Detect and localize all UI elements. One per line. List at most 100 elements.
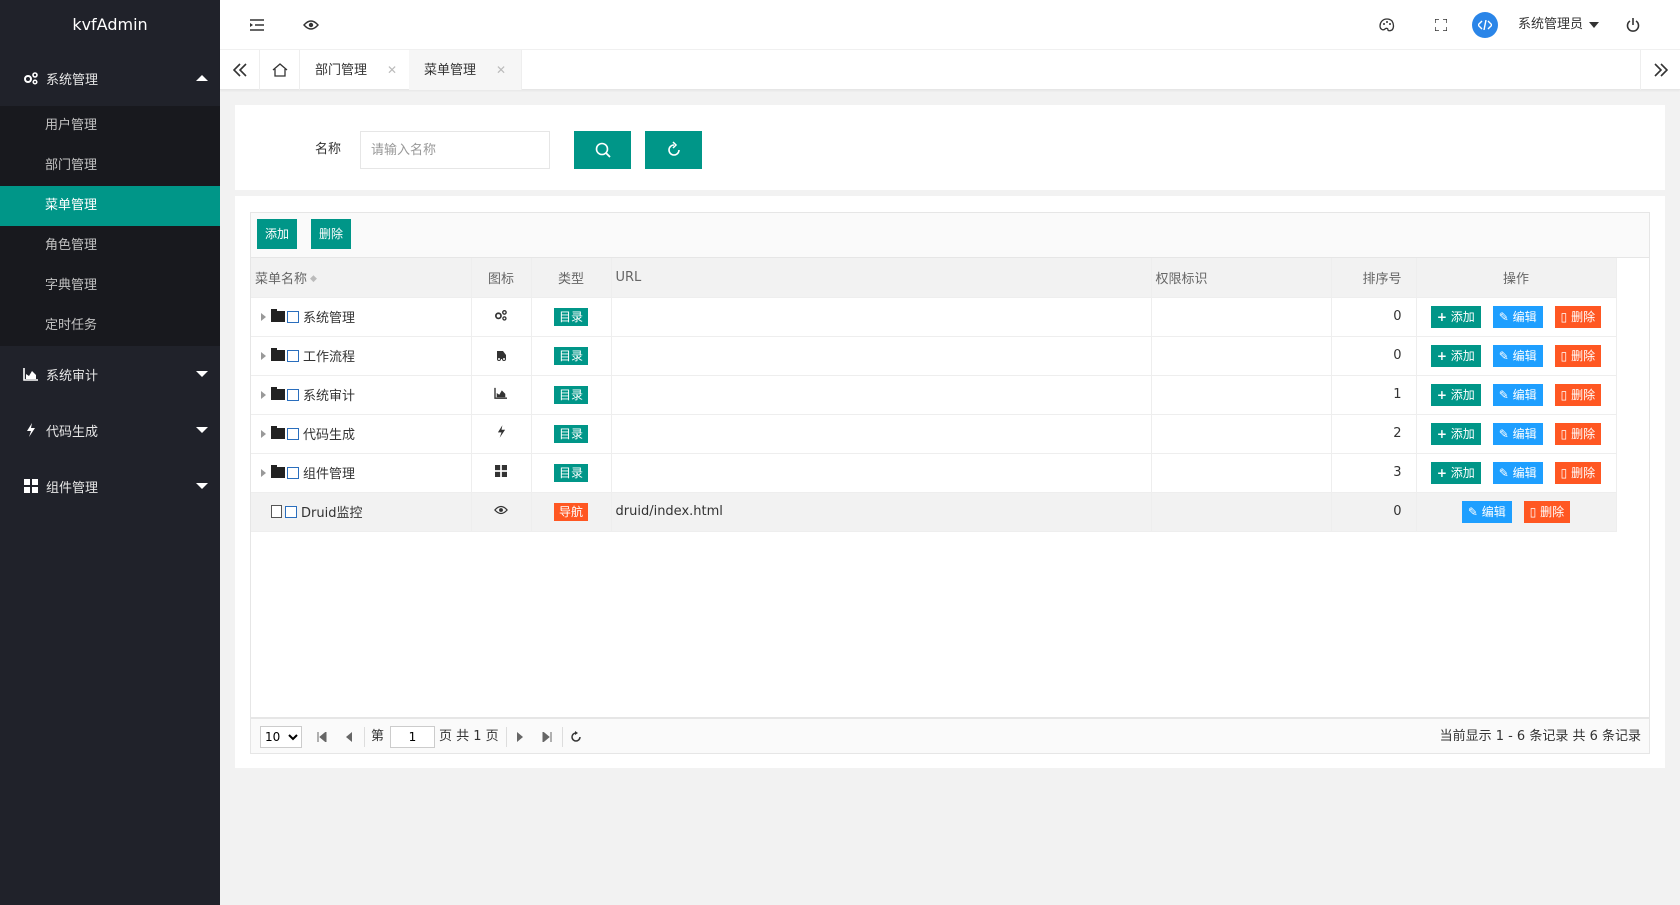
row-checkbox[interactable]	[285, 505, 297, 518]
url-cell	[611, 375, 1152, 415]
table-row[interactable]: 组件管理 目录 3 + 添加 ✎ 编辑 ▯ 删除	[251, 453, 1617, 493]
sidebar-group-system[interactable]: 系统管理	[0, 50, 220, 106]
plus-icon: +	[1436, 387, 1447, 402]
page-size-select[interactable]: 10	[260, 726, 302, 748]
next-page-icon[interactable]	[513, 730, 527, 744]
reset-button[interactable]	[645, 131, 702, 169]
sidebar-group-components[interactable]: 组件管理	[0, 458, 220, 514]
row-delete-button[interactable]: ▯ 删除	[1523, 500, 1571, 523]
tabs-scroll-left-icon[interactable]	[220, 50, 260, 90]
reload-icon[interactable]	[569, 730, 583, 744]
user-menu[interactable]: 系统管理员	[1518, 0, 1600, 50]
table-row[interactable]: 工作流程 目录 0 + 添加 ✎ 编辑 ▯ 删除	[251, 336, 1617, 376]
row-checkbox[interactable]	[287, 427, 299, 440]
close-icon[interactable]: ✕	[496, 63, 506, 77]
row-delete-button[interactable]: ▯ 删除	[1554, 344, 1602, 367]
tab-menu[interactable]: 菜单管理 ✕	[409, 50, 523, 90]
column-header-name[interactable]: 菜单名称 ◆	[251, 258, 472, 298]
row-edit-button[interactable]: ✎ 编辑	[1492, 383, 1543, 406]
ambulance-icon	[495, 350, 507, 365]
sidebar-item-role[interactable]: 角色管理	[0, 226, 220, 266]
sidebar-item-dept[interactable]: 部门管理	[0, 146, 220, 186]
close-icon[interactable]: ✕	[387, 63, 397, 77]
bolt-icon	[497, 425, 506, 442]
row-edit-button[interactable]: ✎ 编辑	[1492, 461, 1543, 484]
row-checkbox[interactable]	[287, 349, 299, 362]
plus-icon: +	[1436, 465, 1447, 480]
refresh-icon	[667, 141, 680, 156]
theme-palette-icon[interactable]	[1376, 14, 1398, 36]
home-tab-icon[interactable]	[260, 50, 300, 90]
menu-toggle-icon[interactable]	[246, 14, 268, 36]
avatar[interactable]	[1472, 12, 1498, 38]
pencil-icon: ✎	[1498, 348, 1509, 363]
power-icon[interactable]	[1622, 14, 1644, 36]
table-panel: 添加 删除 菜单名称 ◆ 图标 类型 URL 权限标识 排序号 操作 系统管理 …	[235, 196, 1665, 768]
trash-icon: ▯	[1560, 465, 1568, 480]
row-delete-button[interactable]: ▯ 删除	[1554, 383, 1602, 406]
area-chart-icon	[494, 387, 508, 403]
table-row[interactable]: 代码生成 目录 2 + 添加 ✎ 编辑 ▯ 删除	[251, 414, 1617, 454]
eye-icon[interactable]	[300, 14, 322, 36]
sidebar-group-codegen[interactable]: 代码生成	[0, 402, 220, 458]
last-page-icon[interactable]	[540, 730, 554, 744]
add-button[interactable]: 添加	[257, 219, 298, 249]
row-add-button[interactable]: + 添加	[1430, 422, 1481, 445]
expand-triangle-icon[interactable]	[261, 390, 266, 399]
table-row[interactable]: 系统管理 目录 0 + 添加 ✎ 编辑 ▯ 删除	[251, 297, 1617, 337]
row-add-button[interactable]: + 添加	[1430, 461, 1481, 484]
column-header-type: 类型	[531, 258, 612, 298]
plus-icon: +	[1436, 426, 1447, 441]
sort-icon[interactable]: ◆	[310, 274, 317, 284]
page-number-input[interactable]	[390, 726, 435, 748]
expand-triangle-icon[interactable]	[261, 429, 266, 438]
row-add-button[interactable]: + 添加	[1430, 305, 1481, 328]
row-delete-button[interactable]: ▯ 删除	[1554, 305, 1602, 328]
row-checkbox[interactable]	[287, 310, 299, 323]
sidebar-group-label: 组件管理	[46, 480, 99, 496]
row-checkbox[interactable]	[287, 388, 299, 401]
table-toolbar: 添加 删除	[250, 212, 1650, 258]
row-checkbox[interactable]	[287, 466, 299, 479]
trash-icon: ▯	[1560, 426, 1568, 441]
fullscreen-icon[interactable]	[1430, 14, 1452, 36]
search-button[interactable]	[574, 131, 631, 169]
first-page-icon[interactable]	[315, 730, 329, 744]
row-add-button[interactable]: + 添加	[1430, 344, 1481, 367]
tabs-scroll-right-icon[interactable]	[1640, 50, 1680, 90]
url-cell	[611, 336, 1152, 376]
page-suffix: 页 共 1 页	[439, 729, 499, 744]
type-badge: 目录	[553, 463, 588, 482]
folder-icon	[271, 309, 285, 322]
row-edit-button[interactable]: ✎ 编辑	[1492, 422, 1543, 445]
perm-cell	[1151, 453, 1332, 493]
menu-name: 系统管理	[303, 311, 356, 326]
prev-page-icon[interactable]	[342, 730, 356, 744]
search-input[interactable]	[360, 131, 550, 169]
expand-triangle-icon[interactable]	[261, 351, 266, 360]
top-header: 系统管理员	[220, 0, 1680, 50]
sidebar-group-audit[interactable]: 系统审计	[0, 346, 220, 402]
sidebar-item-menu[interactable]: 菜单管理	[0, 186, 220, 226]
row-edit-button[interactable]: ✎ 编辑	[1492, 344, 1543, 367]
row-delete-button[interactable]: ▯ 删除	[1554, 461, 1602, 484]
table-row[interactable]: 系统审计 目录 1 + 添加 ✎ 编辑 ▯ 删除	[251, 375, 1617, 415]
delete-button[interactable]: 删除	[311, 219, 352, 249]
sidebar-item-dict[interactable]: 字典管理	[0, 266, 220, 306]
trash-icon: ▯	[1560, 309, 1568, 324]
column-header-actions: 操作	[1416, 258, 1617, 298]
perm-cell	[1151, 414, 1332, 454]
sidebar-item-user[interactable]: 用户管理	[0, 106, 220, 146]
tab-dept[interactable]: 部门管理 ✕	[300, 50, 414, 90]
row-add-button[interactable]: + 添加	[1430, 383, 1481, 406]
row-edit-button[interactable]: ✎ 编辑	[1461, 500, 1512, 523]
bolt-icon	[20, 423, 42, 437]
menu-name: 代码生成	[303, 428, 356, 443]
expand-triangle-icon[interactable]	[261, 468, 266, 477]
table-row[interactable]: Druid监控 导航 druid/index.html 0 ✎ 编辑 ▯ 删除	[251, 492, 1617, 532]
sidebar-item-task[interactable]: 定时任务	[0, 306, 220, 346]
row-edit-button[interactable]: ✎ 编辑	[1492, 305, 1543, 328]
menu-tree-table: 菜单名称 ◆ 图标 类型 URL 权限标识 排序号 操作 系统管理 目录 0 +…	[250, 258, 1650, 718]
expand-triangle-icon[interactable]	[261, 312, 266, 321]
row-delete-button[interactable]: ▯ 删除	[1554, 422, 1602, 445]
